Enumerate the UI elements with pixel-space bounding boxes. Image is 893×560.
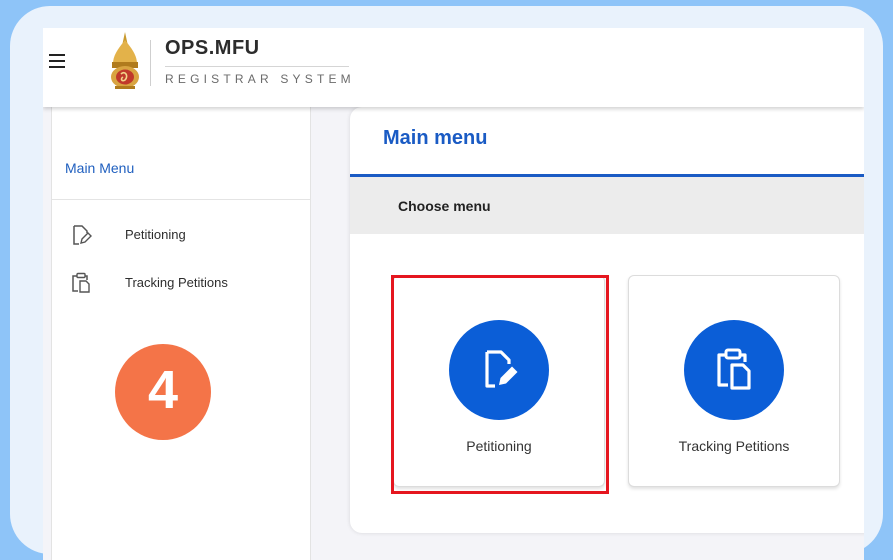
edit-document-icon [485, 350, 518, 388]
tile-label: Petitioning [466, 438, 532, 454]
edit-document-icon [73, 225, 92, 245]
brand-title: OPS.MFU [165, 37, 260, 59]
sidebar-item-petitioning[interactable]: Petitioning [52, 217, 310, 253]
hamburger-icon[interactable] [49, 54, 67, 68]
main-panel: Main menu Choose menu Petitioning Tracki… [350, 107, 864, 533]
app-window: OPS.MFU REGISTRAR SYSTEM Main Menu Petit… [43, 28, 864, 560]
tile-tracking-petitions[interactable]: Tracking Petitions [628, 275, 840, 487]
university-emblem-icon [111, 32, 139, 89]
tile-icon-circle [684, 320, 784, 420]
logo-divider [150, 40, 151, 86]
brand-underline [165, 66, 349, 67]
sidebar: Main Menu Petitioning Tracking Petitions [51, 107, 311, 560]
sidebar-item-tracking-petitions[interactable]: Tracking Petitions [52, 265, 310, 301]
brand-subtitle: REGISTRAR SYSTEM [165, 72, 355, 86]
tile-icon-circle [449, 320, 549, 420]
clipboard-copy-icon [72, 272, 90, 293]
sidebar-divider [52, 199, 310, 200]
tile-petitioning[interactable]: Petitioning [393, 275, 605, 487]
sidebar-item-label: Petitioning [125, 227, 186, 242]
section-label: Choose menu [398, 198, 491, 214]
sidebar-heading[interactable]: Main Menu [65, 160, 134, 176]
step-number: 4 [147, 360, 179, 420]
step-badge: 4 [115, 344, 211, 440]
sidebar-item-label: Tracking Petitions [125, 275, 228, 290]
tile-label: Tracking Petitions [678, 438, 790, 454]
section-header: Choose menu [350, 177, 864, 234]
top-bar: OPS.MFU REGISTRAR SYSTEM [43, 28, 864, 107]
clipboard-copy-icon [717, 348, 751, 390]
page-title: Main menu [383, 127, 488, 149]
